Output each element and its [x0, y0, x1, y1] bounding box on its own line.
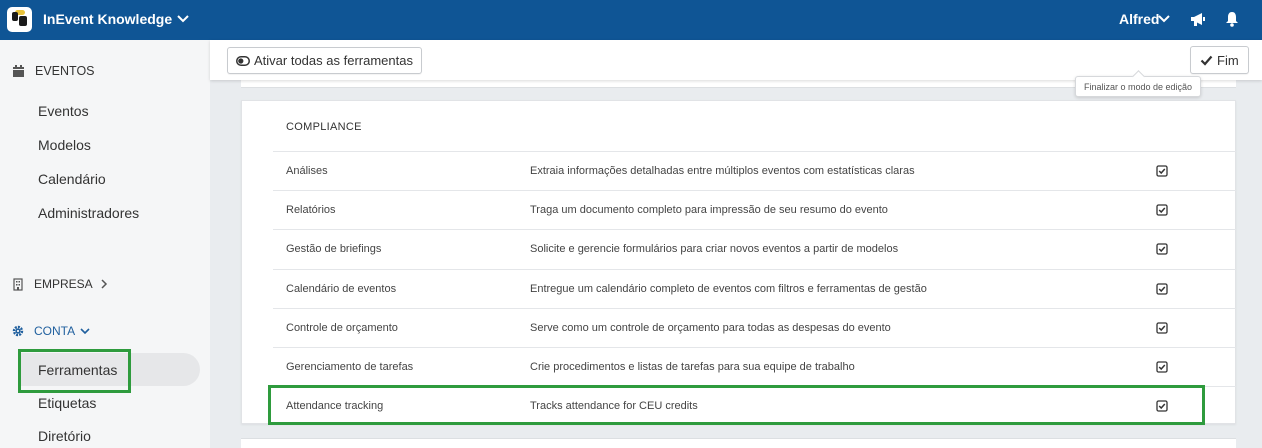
table-row: Attendance tracking Tracks attendance for…	[273, 386, 1236, 425]
table-row: Análises Extraia informações detalhadas e…	[273, 151, 1236, 190]
user-menu[interactable]: Alfred	[1119, 11, 1159, 27]
sidebar-item-modelos[interactable]: Modelos	[38, 137, 91, 153]
tool-name: Attendance tracking	[286, 400, 384, 413]
user-chevron-down-icon[interactable]	[1158, 13, 1170, 25]
tool-description: Extraia informações detalhadas entre múl…	[530, 165, 915, 177]
checkbox-checked-icon[interactable]	[1156, 165, 1168, 177]
sidebar-item-diretorio[interactable]: Diretório	[38, 428, 91, 444]
tool-name: Calendário de eventos	[286, 282, 397, 295]
next-card	[241, 438, 1236, 448]
sidebar-item-administradores[interactable]: Administradores	[38, 205, 139, 221]
sidebar-item-calendario[interactable]: Calendário	[38, 171, 106, 187]
building-icon	[13, 277, 23, 291]
compliance-title: COMPLIANCE	[286, 121, 362, 133]
sidebar-item-etiquetas[interactable]: Etiquetas	[38, 395, 96, 411]
tool-name: Gerenciamento de tarefas	[286, 361, 414, 373]
finish-tooltip: Finalizar o modo de edição	[1075, 76, 1202, 97]
tool-description: Crie procedimentos e listas de tarefas p…	[530, 361, 855, 373]
tool-description: Serve como um controle de orçamento para…	[530, 321, 891, 334]
chevron-right-icon	[101, 279, 107, 289]
tool-description: Traga um documento completo para impress…	[530, 204, 888, 217]
tool-description: Solicite e gerencie formulários para cri…	[530, 243, 899, 256]
table-row: Calendário de eventos Entregue um calendá…	[273, 268, 1236, 308]
sidebar-section-empresa[interactable]: EMPRESA	[12, 277, 109, 291]
checkbox-checked-icon[interactable]	[1156, 282, 1168, 295]
sidebar-item-ferramentas[interactable]: Ferramentas	[38, 362, 117, 378]
gear-icon	[12, 325, 24, 337]
checkbox-checked-icon[interactable]	[1156, 400, 1168, 412]
top-bar: InEvent Knowledge Alfred	[0, 0, 1262, 40]
compliance-card: COMPLIANCE Análises Extraia informações d…	[241, 100, 1236, 424]
checkbox-checked-icon[interactable]	[1156, 243, 1168, 256]
check-icon	[1200, 55, 1213, 66]
inevent-logo-icon[interactable]	[7, 7, 32, 32]
megaphone-icon[interactable]	[1190, 12, 1206, 27]
sidebar-section-conta[interactable]: CONTA	[12, 324, 90, 338]
chevron-down-icon[interactable]	[176, 12, 190, 26]
tool-name: Controle de orçamento	[286, 321, 398, 334]
table-row: Controle de orçamento Serve como um contr…	[273, 307, 1236, 347]
bell-icon[interactable]	[1225, 11, 1239, 27]
toggle-icon	[236, 55, 250, 66]
activate-all-tools-button[interactable]: Ativar todas as ferramentas	[227, 47, 422, 74]
tool-name: Gestão de briefings	[286, 243, 382, 256]
calendar-icon	[13, 64, 24, 77]
table-row: Gerenciamento de tarefas Crie procediment…	[273, 347, 1236, 386]
sidebar-section-label: EVENTOS	[35, 64, 95, 78]
sidebar-section-label: CONTA	[34, 324, 76, 338]
activate-all-tools-label: Ativar todas as ferramentas	[254, 53, 413, 68]
tool-description: Entregue um calendário completo de event…	[530, 282, 927, 295]
sidebar: EVENTOS Eventos Modelos Calendário Admin…	[0, 40, 210, 448]
sidebar-item-eventos[interactable]: Eventos	[38, 103, 89, 119]
table-row: Gestão de briefings Solicite e gerencie f…	[273, 229, 1236, 268]
checkbox-checked-icon[interactable]	[1156, 204, 1168, 216]
tool-name: Relatórios	[286, 204, 336, 217]
tool-description: Tracks attendance for CEU credits	[530, 400, 698, 413]
table-row: Relatórios Traga um documento completo pa…	[273, 190, 1236, 229]
sidebar-section-eventos[interactable]: EVENTOS	[12, 64, 95, 78]
checkbox-checked-icon[interactable]	[1156, 322, 1168, 334]
main-content: Ativar todas as ferramentas Fim Finaliza…	[210, 40, 1262, 448]
finish-label: Fim	[1217, 52, 1239, 68]
tool-name: Análises	[286, 165, 328, 177]
brand-name[interactable]: InEvent Knowledge	[43, 11, 172, 27]
checkbox-checked-icon[interactable]	[1156, 361, 1168, 373]
chevron-down-icon	[80, 328, 90, 335]
finish-button[interactable]: Fim	[1190, 46, 1249, 74]
edit-toolbar: Ativar todas as ferramentas Fim	[210, 40, 1262, 80]
sidebar-section-label: EMPRESA	[34, 277, 93, 291]
